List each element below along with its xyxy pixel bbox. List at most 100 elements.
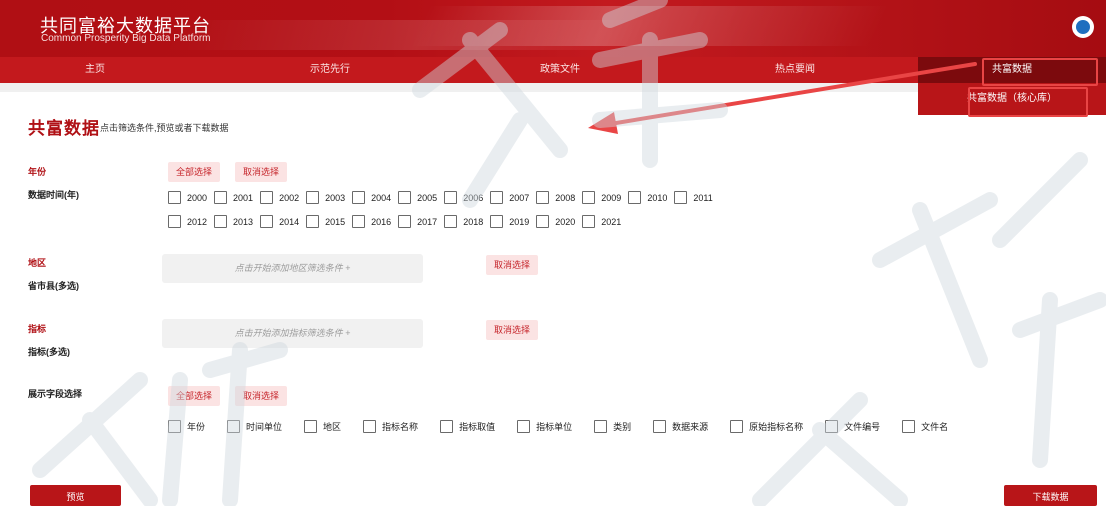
checkbox-box[interactable] — [653, 420, 667, 433]
field-checkbox[interactable]: 数据来源 — [653, 420, 708, 433]
checkbox-box[interactable] — [490, 215, 504, 228]
year-checkbox[interactable]: 2020 — [536, 215, 575, 228]
year-checkbox[interactable]: 2004 — [352, 191, 391, 204]
year-checkbox[interactable]: 2018 — [444, 215, 483, 228]
checkbox-box[interactable] — [398, 191, 412, 204]
nav-item-news[interactable]: 热点要闻 — [700, 57, 890, 83]
checkbox-box[interactable] — [214, 215, 228, 228]
year-checkbox[interactable]: 2013 — [214, 215, 253, 228]
year-checkbox[interactable]: 2011 — [674, 191, 713, 204]
checkbox-box[interactable] — [825, 420, 839, 433]
checkbox-label: 2007 — [509, 192, 530, 203]
highlight-box — [982, 58, 1098, 86]
year-checkbox[interactable]: 2009 — [582, 191, 621, 204]
year-checkbox[interactable]: 2017 — [398, 215, 437, 228]
main-nav: 主页 示范先行 政策文件 热点要闻 共富数据 — [0, 57, 1106, 83]
field-checkbox[interactable]: 时间单位 — [227, 420, 282, 433]
indicator-cancel-button[interactable]: 取消选择 — [486, 320, 539, 340]
checkbox-box[interactable] — [168, 191, 181, 204]
checkbox-box[interactable] — [304, 420, 318, 433]
checkbox-label: 2021 — [601, 216, 622, 227]
checkbox-label: 2004 — [371, 192, 392, 203]
field-checkbox[interactable]: 年份 — [168, 420, 205, 433]
checkbox-label: 2019 — [509, 216, 530, 227]
field-checkbox[interactable]: 指标名称 — [363, 420, 418, 433]
fields-checkbox-row: 年份 时间单位 地区 指标名称 指标取值 指标单位 类别 数据来源 原始指标名称 文件编号 文件名 — [168, 420, 970, 433]
year-checkbox[interactable]: 2003 — [306, 191, 345, 204]
year-checkbox[interactable]: 2007 — [490, 191, 529, 204]
checkbox-box[interactable] — [363, 420, 377, 433]
checkbox-label: 2003 — [325, 192, 346, 203]
checkbox-label: 文件名 — [921, 422, 949, 432]
year-select-all-button[interactable]: 全部选择 — [168, 162, 221, 182]
checkbox-box[interactable] — [227, 420, 241, 433]
nav-item-demo[interactable]: 示范先行 — [235, 57, 425, 83]
fields-select-all-button[interactable]: 全部选择 — [168, 386, 221, 406]
fields-cancel-button[interactable]: 取消选择 — [235, 386, 288, 406]
year-checkbox[interactable]: 2010 — [628, 191, 667, 204]
year-checkbox[interactable]: 2016 — [352, 215, 391, 228]
year-checkbox[interactable]: 2021 — [582, 215, 621, 228]
field-checkbox[interactable]: 类别 — [594, 420, 631, 433]
checkbox-label: 地区 — [323, 422, 342, 432]
year-checkbox[interactable]: 2001 — [214, 191, 253, 204]
checkbox-box[interactable] — [628, 191, 642, 204]
year-checkbox[interactable]: 2006 — [444, 191, 483, 204]
checkbox-box[interactable] — [444, 191, 458, 204]
checkbox-box[interactable] — [444, 215, 458, 228]
preview-button[interactable]: 预览 — [30, 485, 121, 506]
checkbox-box[interactable] — [594, 420, 608, 433]
checkbox-box[interactable] — [582, 191, 596, 204]
checkbox-box[interactable] — [168, 420, 181, 433]
checkbox-box[interactable] — [582, 215, 596, 228]
year-checkbox[interactable]: 2015 — [306, 215, 345, 228]
checkbox-box[interactable] — [730, 420, 744, 433]
year-checkbox-row: 2000 2001 2002 2003 2004 2005 2006 2007 2008 2009… — [168, 191, 720, 204]
download-button[interactable]: 下载数据 — [1004, 485, 1097, 506]
year-checkbox[interactable]: 2019 — [490, 215, 529, 228]
field-checkbox[interactable]: 指标取值 — [440, 420, 495, 433]
checkbox-box[interactable] — [536, 215, 550, 228]
nav-item-policy[interactable]: 政策文件 — [465, 57, 655, 83]
checkbox-box[interactable] — [674, 191, 688, 204]
site-subtitle: Common Prosperity Big Data Platform — [41, 33, 211, 44]
indicator-field-label: 指标(多选) — [28, 347, 70, 357]
checkbox-label: 时间单位 — [246, 422, 283, 432]
nav-item-home[interactable]: 主页 — [0, 57, 190, 83]
checkbox-box[interactable] — [536, 191, 550, 204]
year-checkbox[interactable]: 2012 — [168, 215, 207, 228]
year-checkbox[interactable]: 2005 — [398, 191, 437, 204]
checkbox-box[interactable] — [398, 215, 412, 228]
field-checkbox[interactable]: 地区 — [304, 420, 341, 433]
platform-logo-icon[interactable] — [1072, 16, 1094, 38]
checkbox-box[interactable] — [214, 191, 228, 204]
checkbox-box[interactable] — [306, 215, 320, 228]
checkbox-label: 2002 — [279, 192, 300, 203]
checkbox-box[interactable] — [352, 215, 366, 228]
checkbox-box[interactable] — [490, 191, 504, 204]
field-checkbox[interactable]: 文件名 — [902, 420, 948, 433]
checkbox-label: 2005 — [417, 192, 438, 203]
checkbox-label: 原始指标名称 — [749, 422, 804, 432]
region-filter-input[interactable]: 点击开始添加地区筛选条件 + — [162, 254, 423, 283]
region-cancel-button[interactable]: 取消选择 — [486, 255, 539, 275]
site-header: 共同富裕大数据平台 Common Prosperity Big Data Pla… — [0, 0, 1106, 57]
field-checkbox[interactable]: 原始指标名称 — [730, 420, 803, 433]
region-field-label: 省市县(多选) — [28, 281, 79, 291]
checkbox-box[interactable] — [260, 191, 274, 204]
year-checkbox[interactable]: 2014 — [260, 215, 299, 228]
checkbox-box[interactable] — [517, 420, 531, 433]
checkbox-box[interactable] — [168, 215, 181, 228]
year-checkbox[interactable]: 2002 — [260, 191, 299, 204]
checkbox-box[interactable] — [902, 420, 916, 433]
field-checkbox[interactable]: 指标单位 — [517, 420, 572, 433]
year-cancel-button[interactable]: 取消选择 — [235, 162, 288, 182]
year-checkbox[interactable]: 2008 — [536, 191, 575, 204]
checkbox-box[interactable] — [352, 191, 366, 204]
indicator-filter-input[interactable]: 点击开始添加指标筛选条件 + — [162, 319, 423, 348]
checkbox-box[interactable] — [260, 215, 274, 228]
year-checkbox[interactable]: 2000 — [168, 191, 207, 204]
field-checkbox[interactable]: 文件编号 — [825, 420, 880, 433]
checkbox-box[interactable] — [440, 420, 454, 433]
checkbox-box[interactable] — [306, 191, 320, 204]
